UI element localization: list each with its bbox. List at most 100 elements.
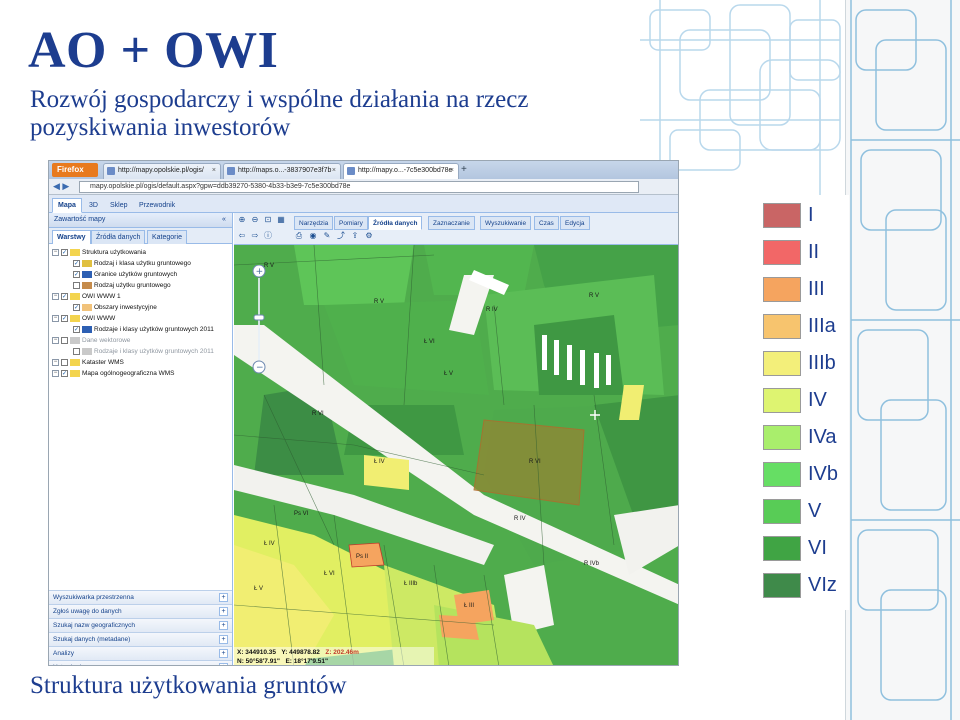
forward-arrow-icon[interactable]: ⇨ [250, 231, 260, 241]
land-use-map[interactable]: R V R V R IV R V Ł VI Ł V R VI Ł IV R VI… [234, 245, 679, 666]
expand-icon[interactable]: + [219, 607, 228, 616]
layer-tree-item[interactable]: − ✓ OWI WWW 1 [52, 291, 121, 302]
layer-tree-item[interactable]: − Kataster WMS [52, 357, 124, 368]
toolbar-tab[interactable]: Zaznaczanie [428, 216, 475, 230]
layer-checkbox[interactable]: ✓ [73, 303, 80, 311]
layer-checkbox[interactable]: ✓ [61, 248, 68, 256]
zoom-box-icon[interactable]: ⊡ [263, 215, 273, 225]
full-extent-icon[interactable]: ▦ [276, 215, 286, 225]
layer-tree-item[interactable]: Rodzaje i klasy użytków gruntowych 2011 [64, 346, 214, 357]
expand-icon[interactable]: + [219, 621, 228, 630]
accordion-item[interactable]: Szukaj nazw geograficznych + [49, 618, 232, 632]
new-tab-button[interactable]: + [461, 164, 467, 176]
svg-text:+: + [256, 267, 264, 277]
map-canvas[interactable]: R V R V R IV R V Ł VI Ł V R VI Ł IV R VI… [234, 245, 679, 666]
layer-checkbox[interactable] [61, 358, 68, 366]
tree-leaf-icon[interactable] [64, 348, 71, 355]
accordion-item[interactable]: Wyszukiwarka przestrzenna + [49, 590, 232, 604]
coord-y: Y: 449878.82 [281, 649, 320, 656]
measure-icon[interactable]: ✎ [322, 231, 332, 241]
close-tab-icon[interactable]: × [450, 164, 454, 178]
collapse-toggle-icon[interactable]: − [52, 248, 59, 256]
camera-icon[interactable]: ◉ [308, 231, 318, 241]
layer-checkbox[interactable]: ✓ [73, 325, 80, 333]
layer-checkbox[interactable] [61, 336, 68, 344]
tree-leaf-icon[interactable] [64, 282, 71, 289]
tree-leaf-icon[interactable] [64, 326, 71, 333]
collapse-toggle-icon[interactable]: − [52, 336, 59, 344]
collapse-toggle-icon[interactable]: − [52, 314, 59, 322]
layer-checkbox[interactable]: ✓ [61, 314, 68, 322]
browser-tab-label: http://maps.o...-3837907e3f7b [238, 167, 332, 174]
accordion-item[interactable]: Ustawienia + [49, 660, 232, 665]
layer-tree-item[interactable]: Rodzaj użytku gruntowego [64, 280, 171, 291]
layer-checkbox[interactable]: ✓ [73, 270, 80, 278]
map-contents-panel: Zawartość mapy « Warstwy Źródła danych K… [49, 213, 233, 665]
layer-type-icon [82, 347, 92, 355]
info-icon[interactable]: ⓘ [263, 231, 273, 241]
accordion-item[interactable]: Zgłoś uwagę do danych + [49, 604, 232, 618]
export-icon[interactable]: ⤴ [336, 231, 346, 241]
collapse-panel-icon[interactable]: « [219, 215, 229, 225]
tab-warstwy[interactable]: Warstwy [52, 230, 91, 244]
tree-leaf-icon[interactable] [64, 271, 71, 278]
legend-label: VIz [808, 574, 837, 596]
layer-tree-item[interactable]: ✓ Rodzaj i klasa użytku gruntowego [64, 258, 191, 269]
toolbar-tab[interactable]: Czas [534, 216, 559, 230]
layer-checkbox[interactable] [73, 347, 80, 355]
zoom-out-icon[interactable]: ⊖ [250, 215, 260, 225]
legend-swatch [763, 314, 801, 339]
layer-tree-item[interactable]: ✓ Rodzaje i klasy użytków gruntowych 2011 [64, 324, 214, 335]
print-icon[interactable]: ⎙ [294, 231, 304, 241]
settings-icon[interactable]: ⚙ [364, 231, 374, 241]
close-tab-icon[interactable]: × [212, 164, 216, 178]
back-forward-icon[interactable]: ◀ ▶ [53, 181, 75, 193]
close-tab-icon[interactable]: × [332, 164, 336, 178]
firefox-menu-button[interactable]: Firefox [52, 163, 98, 177]
layer-tree-item[interactable]: − ✓ Struktura użytkowania [52, 247, 146, 258]
expand-icon[interactable]: + [219, 649, 228, 658]
tab-sklep[interactable]: Sklep [104, 198, 134, 213]
legend-label: II [808, 241, 820, 263]
collapse-toggle-icon[interactable]: − [52, 292, 59, 300]
tab-zrodla-danych[interactable]: Źródła danych [91, 230, 146, 244]
expand-icon[interactable]: + [219, 635, 228, 644]
layer-tree-item[interactable]: − ✓ OWI WWW [52, 313, 115, 324]
legend-entry: IV [757, 380, 849, 416]
tab-kategorie[interactable]: Kategorie [147, 230, 187, 244]
toolbar-tab[interactable]: Pomiary [334, 216, 368, 230]
expand-icon[interactable]: + [219, 593, 228, 602]
coord-n: N: 50°58'7.91" [237, 658, 281, 665]
toolbar-tab[interactable]: Wyszukiwanie [480, 216, 532, 230]
collapse-toggle-icon[interactable]: − [52, 358, 59, 366]
expand-icon[interactable]: + [219, 663, 228, 665]
accordion-item[interactable]: Analizy + [49, 646, 232, 660]
url-input[interactable]: mapy.opolskie.pl/ogis/default.aspx?gpw=d… [79, 181, 639, 193]
browser-tab-1[interactable]: http://mapy.opolskie.pl/ogis/ × [103, 163, 221, 179]
layer-checkbox[interactable]: ✓ [61, 292, 68, 300]
share-icon[interactable]: ⇪ [350, 231, 360, 241]
layer-tree-item[interactable]: − Dane wektorowe [52, 335, 130, 346]
tree-leaf-icon[interactable] [64, 304, 71, 311]
toolbar-tab[interactable]: Źródła danych [368, 216, 423, 230]
zoom-slider-graphic[interactable]: + − [252, 265, 266, 375]
collapse-toggle-icon[interactable]: − [52, 369, 59, 377]
tab-3d[interactable]: 3D [83, 198, 104, 213]
browser-tab-2[interactable]: http://maps.o...-3837907e3f7b × [223, 163, 341, 179]
layer-tree-item[interactable]: − ✓ Mapa ogólnogeograficzna WMS [52, 368, 175, 379]
zoom-slider[interactable]: + − [252, 265, 266, 375]
accordion-item[interactable]: Szukaj danych (metadane) + [49, 632, 232, 646]
layer-tree-item[interactable]: ✓ Granice użytków gruntowych [64, 269, 177, 280]
tab-mapa[interactable]: Mapa [52, 198, 82, 213]
layer-checkbox[interactable] [73, 281, 80, 289]
toolbar-tab[interactable]: Narzędzia [294, 216, 334, 230]
layer-checkbox[interactable]: ✓ [61, 369, 68, 377]
zoom-in-icon[interactable]: ⊕ [237, 215, 247, 225]
layer-tree-item[interactable]: ✓ Obszary inwestycyjne [64, 302, 157, 313]
layer-checkbox[interactable]: ✓ [73, 259, 80, 267]
tree-leaf-icon[interactable] [64, 260, 71, 267]
browser-tab-3[interactable]: http://mapy.o...-7c5e300bd78e × [343, 163, 459, 179]
tab-przewodnik[interactable]: Przewodnik [133, 198, 181, 213]
toolbar-tab[interactable]: Edycja [560, 216, 590, 230]
back-arrow-icon[interactable]: ⇦ [237, 231, 247, 241]
